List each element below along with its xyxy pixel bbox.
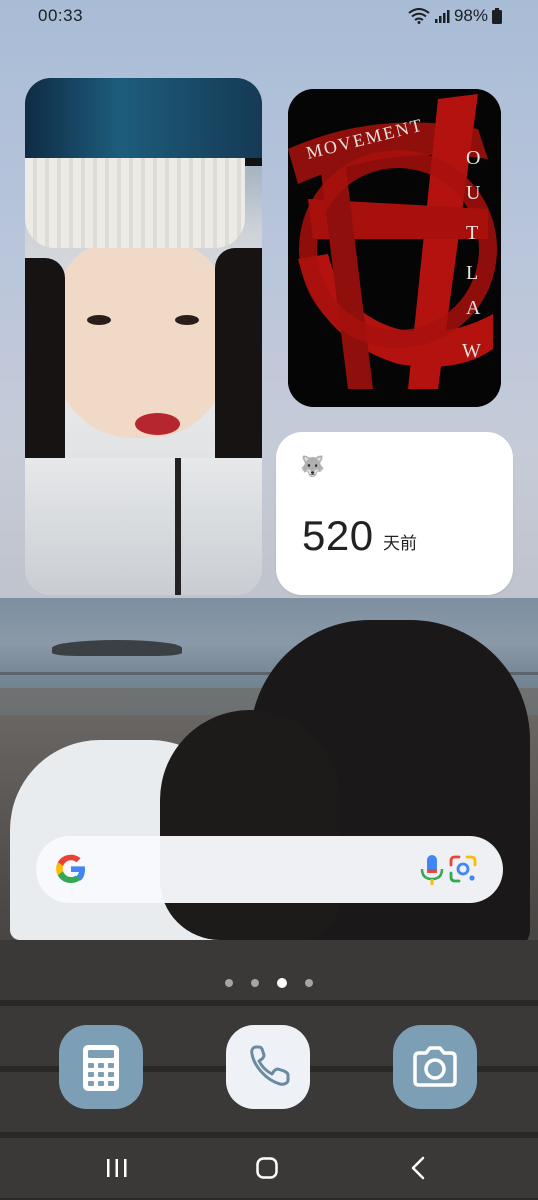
google-search-bar[interactable] (36, 836, 503, 903)
art-letter-o: O (466, 147, 480, 169)
mic-icon[interactable] (416, 852, 448, 888)
photo-jacket (25, 458, 262, 595)
photo-beanie (25, 158, 245, 248)
battery-icon (492, 8, 502, 24)
navigation-bar (0, 1136, 538, 1200)
battery-percent: 98% (453, 6, 488, 25)
page-dot[interactable] (305, 978, 313, 987)
art-letter-u: U (466, 182, 481, 204)
google-lens-icon[interactable] (446, 852, 480, 886)
dday-unit: 天前 (383, 534, 417, 554)
art-letter-t: T (466, 222, 478, 244)
status-icons: 98% (408, 6, 502, 26)
art-letter-w: W (462, 340, 481, 362)
recent-apps-icon[interactable] (97, 1152, 137, 1184)
home-icon[interactable] (247, 1152, 287, 1184)
google-g-icon (56, 854, 85, 883)
wifi-icon (408, 8, 430, 24)
back-icon[interactable] (398, 1152, 438, 1184)
status-time: 00:33 (38, 6, 84, 25)
page-dot[interactable] (225, 978, 233, 987)
page-indicator[interactable] (0, 974, 538, 988)
wallpaper-hair (160, 710, 340, 940)
wolf-emoji-icon: 🐺 (300, 456, 325, 478)
signal-icon (434, 10, 450, 23)
dday-count: 520 (302, 512, 374, 559)
calculator-app[interactable] (59, 1025, 143, 1109)
page-dot-active[interactable] (277, 977, 287, 988)
album-art-widget[interactable]: MOVEMENT O U T L A W (288, 89, 501, 407)
phone-icon (250, 1045, 290, 1086)
photo-goggles (25, 78, 262, 166)
photo-zip (175, 458, 181, 595)
photo-eye-right (175, 315, 199, 325)
art-letter-a: A (466, 297, 481, 319)
wallpaper-rock (52, 640, 182, 656)
camera-icon (413, 1046, 457, 1087)
calculator-icon (83, 1045, 119, 1091)
photo-face (51, 238, 231, 438)
dday-widget[interactable]: 🐺 520 天前 (276, 432, 513, 595)
photo-eye-left (87, 315, 111, 325)
album-art-image: MOVEMENT O U T L A W (288, 89, 501, 407)
camera-app[interactable] (393, 1025, 477, 1109)
art-letter-l: L (466, 262, 478, 284)
status-bar: 00:33 98% (0, 0, 538, 34)
page-dot[interactable] (251, 978, 259, 987)
photo-lips (135, 413, 180, 435)
photo-widget[interactable] (25, 78, 262, 595)
phone-app[interactable] (226, 1025, 310, 1109)
